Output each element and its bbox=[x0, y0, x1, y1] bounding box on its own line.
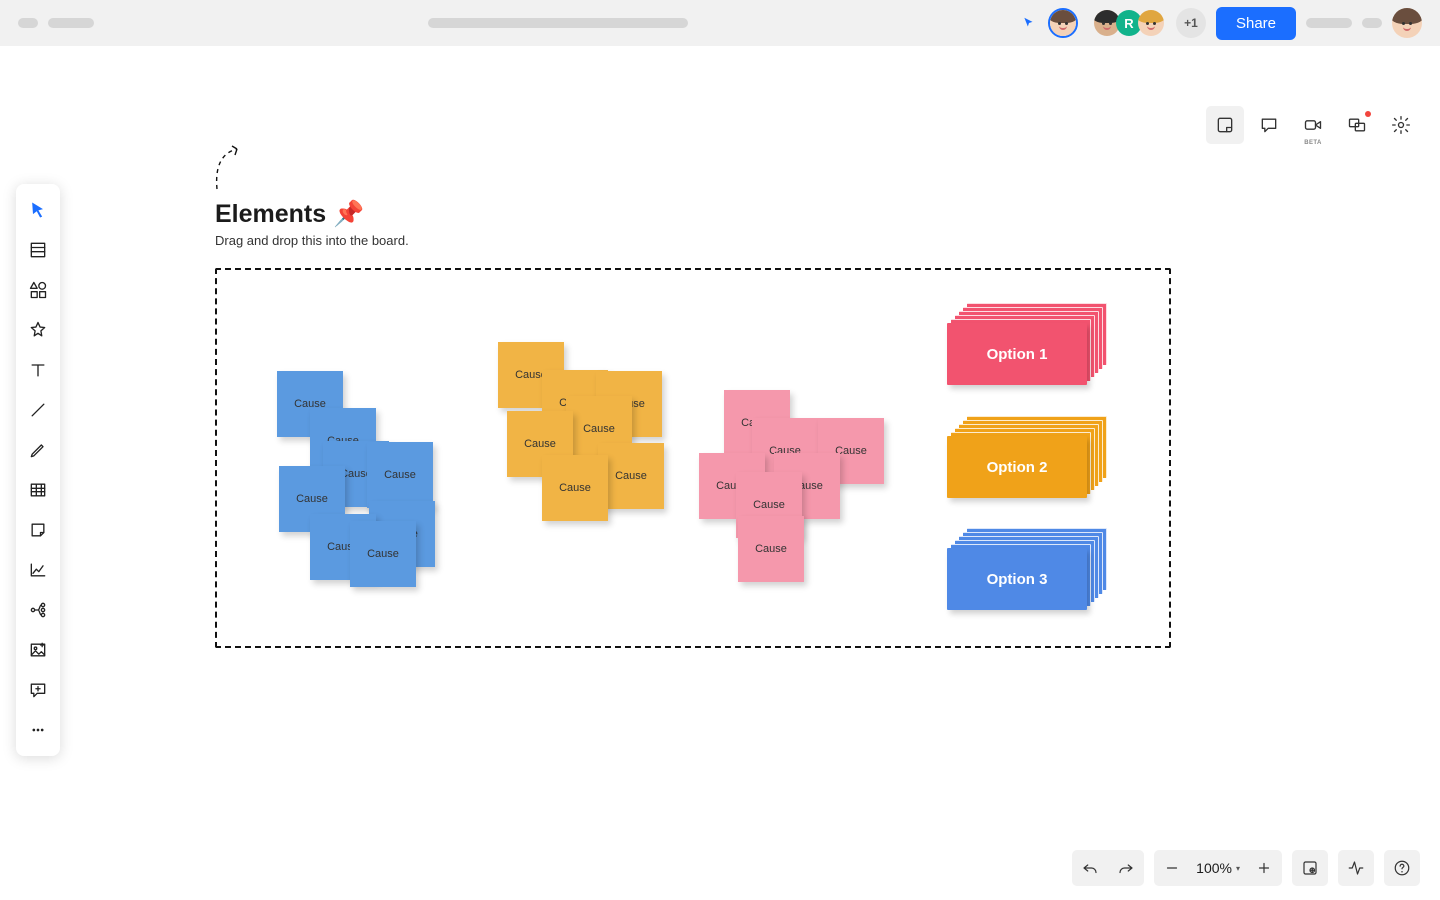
option-card-stack[interactable]: Option 2 bbox=[947, 436, 1087, 498]
comment-add-icon bbox=[28, 680, 48, 700]
presence-more[interactable]: +1 bbox=[1176, 8, 1206, 38]
elements-dashed-frame[interactable]: CauseCauseCauseCauseCauseCauseCauseCause… bbox=[215, 268, 1171, 648]
presence-stack[interactable]: R bbox=[1092, 8, 1166, 38]
option-card-label: Option 2 bbox=[947, 436, 1087, 498]
redo-button[interactable] bbox=[1108, 850, 1144, 886]
avatar-collaborator[interactable] bbox=[1136, 8, 1166, 38]
line-icon bbox=[28, 400, 48, 420]
shapes-icon bbox=[28, 280, 48, 300]
elements-section: Elements 📌 Drag and drop this into the b… bbox=[215, 200, 1171, 648]
option-card-label: Option 1 bbox=[947, 323, 1087, 385]
left-toolbar bbox=[16, 184, 60, 756]
sticky-note-tool[interactable] bbox=[20, 512, 56, 548]
comment-icon bbox=[1259, 115, 1279, 135]
line-tool[interactable] bbox=[20, 392, 56, 428]
text-icon bbox=[28, 360, 48, 380]
share-button[interactable]: Share bbox=[1216, 7, 1296, 40]
gear-icon bbox=[1391, 115, 1411, 135]
more-tools[interactable] bbox=[20, 712, 56, 748]
comments-button[interactable] bbox=[1250, 106, 1288, 144]
option-card-stack[interactable]: Option 3 bbox=[947, 548, 1087, 610]
template-tool[interactable] bbox=[20, 232, 56, 268]
table-tool[interactable] bbox=[20, 472, 56, 508]
option-card-stack[interactable]: Option 1 bbox=[947, 323, 1087, 385]
mindmap-tool[interactable] bbox=[20, 592, 56, 628]
notes-icon bbox=[1215, 115, 1235, 135]
video-chat-button[interactable]: BETA bbox=[1294, 106, 1332, 144]
beta-badge: BETA bbox=[1304, 140, 1322, 146]
activity-button[interactable] bbox=[1338, 850, 1374, 886]
text-tool[interactable] bbox=[20, 352, 56, 388]
sticker-tool[interactable] bbox=[20, 312, 56, 348]
help-button[interactable] bbox=[1384, 850, 1420, 886]
image-icon bbox=[28, 640, 48, 660]
bottom-bar: 100% bbox=[1072, 850, 1420, 886]
logo-placeholder[interactable] bbox=[48, 18, 94, 28]
star-icon bbox=[28, 320, 48, 340]
shapes-tool[interactable] bbox=[20, 272, 56, 308]
present-icon bbox=[1347, 115, 1367, 135]
select-tool[interactable] bbox=[20, 192, 56, 228]
plus-icon bbox=[1255, 859, 1273, 877]
comment-tool[interactable] bbox=[20, 672, 56, 708]
chart-icon bbox=[28, 560, 48, 580]
sticky-note-icon bbox=[28, 520, 48, 540]
more-icon bbox=[28, 720, 48, 740]
activity-icon bbox=[1347, 859, 1365, 877]
top-bar: R +1 Share bbox=[0, 0, 1440, 46]
frames-button[interactable] bbox=[1292, 850, 1328, 886]
notes-button[interactable] bbox=[1206, 106, 1244, 144]
pen-tool[interactable] bbox=[20, 432, 56, 468]
live-cursor-icon bbox=[1022, 16, 1036, 30]
sticky-note[interactable]: Cause bbox=[350, 521, 416, 587]
arrow-decoration bbox=[213, 145, 247, 193]
image-tool[interactable] bbox=[20, 632, 56, 668]
header-extra-placeholder-2[interactable] bbox=[1362, 18, 1382, 28]
frames-icon bbox=[1301, 859, 1319, 877]
undo-icon bbox=[1081, 859, 1099, 877]
quick-actions-bar: BETA bbox=[1206, 106, 1420, 144]
avatar-profile[interactable] bbox=[1392, 8, 1422, 38]
section-subtitle: Drag and drop this into the board. bbox=[215, 233, 1171, 248]
notification-dot bbox=[1365, 111, 1371, 117]
canvas[interactable]: BETA Elements 📌 Drag and drop this into … bbox=[0, 46, 1440, 900]
table-icon bbox=[28, 480, 48, 500]
cursor-icon bbox=[28, 200, 48, 220]
chart-tool[interactable] bbox=[20, 552, 56, 588]
redo-icon bbox=[1117, 859, 1135, 877]
video-icon bbox=[1303, 115, 1323, 135]
sticky-note[interactable]: Cause bbox=[738, 516, 804, 582]
help-icon bbox=[1393, 859, 1411, 877]
zoom-level[interactable]: 100% bbox=[1190, 860, 1246, 876]
undo-button[interactable] bbox=[1072, 850, 1108, 886]
menu-placeholder[interactable] bbox=[18, 18, 38, 28]
section-title: Elements 📌 bbox=[215, 200, 1171, 229]
pencil-icon bbox=[28, 440, 48, 460]
option-card-label: Option 3 bbox=[947, 548, 1087, 610]
present-button[interactable] bbox=[1338, 106, 1376, 144]
header-extra-placeholder-1[interactable] bbox=[1306, 18, 1352, 28]
minus-icon bbox=[1163, 859, 1181, 877]
settings-button[interactable] bbox=[1382, 106, 1420, 144]
zoom-out-button[interactable] bbox=[1154, 850, 1190, 886]
board-title-placeholder[interactable] bbox=[428, 18, 688, 28]
sticky-note[interactable]: Cause bbox=[367, 442, 433, 508]
avatar-current-user[interactable] bbox=[1048, 8, 1078, 38]
mindmap-icon bbox=[28, 600, 48, 620]
template-icon bbox=[28, 240, 48, 260]
zoom-in-button[interactable] bbox=[1246, 850, 1282, 886]
sticky-note[interactable]: Cause bbox=[542, 455, 608, 521]
